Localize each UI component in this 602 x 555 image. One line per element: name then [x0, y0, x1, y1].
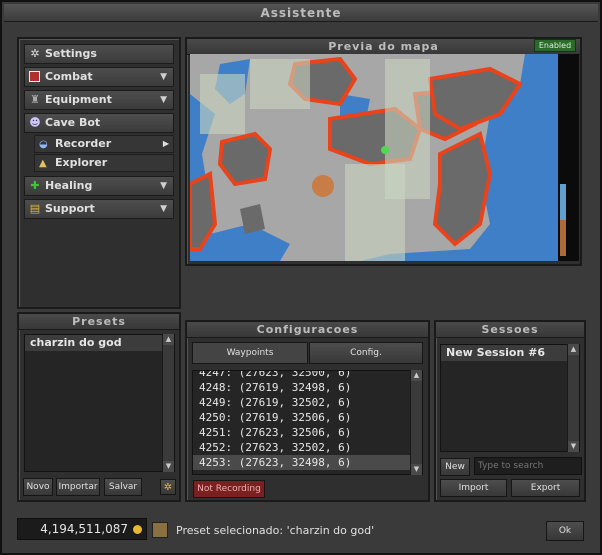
cross-icon: ✚	[30, 179, 40, 192]
map-preview-title: Previa do mapa	[187, 39, 580, 55]
presets-title: Presets	[19, 314, 179, 330]
sidebar-item-support[interactable]: ▤ Support ▼	[24, 199, 174, 219]
save-preset-button[interactable]: Salvar	[104, 478, 142, 496]
table-row[interactable]: 4249: (27619, 32502, 6)	[193, 395, 422, 410]
chevron-down-icon[interactable]: ▼	[160, 200, 167, 218]
table-row[interactable]: 4247: (27623, 32500, 6)	[193, 371, 422, 380]
table-row[interactable]: 4253: (27623, 32498, 6)	[193, 455, 422, 470]
gold-counter: 4,194,511,087	[17, 518, 147, 540]
new-session-button[interactable]: New	[440, 458, 470, 476]
table-row[interactable]: 4252: (27623, 32502, 6)	[193, 440, 422, 455]
tab-waypoints[interactable]: Waypoints	[192, 342, 308, 364]
sidebar-subitem-explorer[interactable]: ▲ Explorer	[34, 154, 174, 172]
sidebar-item-equipment[interactable]: ♜ Equipment ▼	[24, 90, 174, 110]
gear-icon: ✲	[30, 47, 40, 60]
enabled-badge[interactable]: Enabled	[534, 39, 576, 52]
import-session-button[interactable]: Import	[440, 479, 507, 497]
map-preview[interactable]	[190, 54, 579, 261]
gear-icon: ✲	[163, 482, 173, 493]
sessions-scrollbar[interactable]: ▲ ▼	[567, 344, 579, 452]
sidebar-item-settings[interactable]: ✲ Settings	[24, 44, 174, 64]
table-row[interactable]: 4248: (27619, 32498, 6)	[193, 380, 422, 395]
scroll-down-icon[interactable]: ▼	[163, 461, 174, 472]
sidebar-item-combat[interactable]: Combat ▼	[24, 67, 174, 87]
recorder-icon: ◒	[39, 139, 48, 150]
skull-icon: ☻	[29, 116, 41, 129]
chevron-down-icon[interactable]: ▼	[160, 177, 167, 195]
sidebar-item-label: Settings	[45, 47, 97, 60]
scroll-up-icon[interactable]: ▲	[163, 334, 174, 345]
record-button[interactable]: Not Recording	[193, 480, 265, 498]
sessions-title: Sessoes	[436, 322, 584, 338]
gold-amount: 4,194,511,087	[40, 522, 128, 536]
scroll-up-icon[interactable]: ▲	[411, 370, 422, 381]
sidebar-item-label: Cave Bot	[45, 116, 101, 129]
sidebar-item-cave-bot[interactable]: ☻ Cave Bot	[24, 113, 174, 133]
preset-settings-button[interactable]: ✲	[160, 479, 176, 495]
list-item[interactable]: New Session #6	[441, 345, 567, 361]
waypoints-list[interactable]: 4247: (27623, 32500, 6) 4248: (27619, 32…	[192, 370, 423, 475]
armor-icon: ♜	[30, 93, 40, 106]
sidebar-subitem-recorder[interactable]: ◒ Recorder ▶	[34, 135, 174, 153]
sidebar-item-healing[interactable]: ✚ Healing ▼	[24, 176, 174, 196]
table-row[interactable]: 4250: (27619, 32506, 6)	[193, 410, 422, 425]
scroll-up-icon[interactable]: ▲	[568, 344, 579, 355]
import-preset-button[interactable]: Importar	[56, 478, 100, 496]
export-session-button[interactable]: Export	[511, 479, 580, 497]
sidebar-item-label: Explorer	[55, 156, 108, 169]
scroll-icon: ▤	[29, 202, 41, 215]
sidebar-item-label: Combat	[45, 70, 93, 83]
session-search-input[interactable]	[474, 457, 582, 475]
table-row[interactable]: 4251: (27623, 32506, 6)	[193, 425, 422, 440]
config-title: Configuracoes	[187, 322, 428, 338]
gold-coin-icon	[133, 525, 142, 534]
sidebar-item-label: Equipment	[45, 93, 112, 106]
new-preset-button[interactable]: Novo	[23, 478, 53, 496]
ok-button[interactable]: Ok	[546, 521, 584, 541]
presets-scrollbar[interactable]: ▲ ▼	[162, 334, 174, 472]
chevron-down-icon[interactable]: ▼	[160, 68, 167, 86]
list-item[interactable]: charzin do god	[25, 335, 162, 351]
sessions-list[interactable]: New Session #6	[440, 344, 580, 452]
chevron-right-icon[interactable]: ▶	[163, 136, 169, 152]
chevron-down-icon[interactable]: ▼	[160, 91, 167, 109]
scroll-down-icon[interactable]: ▼	[411, 464, 422, 475]
sword-icon	[29, 71, 40, 82]
sidebar-item-label: Support	[45, 202, 95, 215]
preset-status-icon	[152, 522, 168, 538]
waypoints-scrollbar[interactable]: ▲ ▼	[410, 370, 422, 475]
window-title: Assistente	[4, 4, 598, 22]
explorer-icon: ▲	[39, 158, 47, 169]
preset-status-text: Preset selecionado: 'charzin do god'	[176, 524, 375, 537]
sidebar-item-label: Recorder	[55, 137, 112, 150]
tab-config[interactable]: Config.	[309, 342, 423, 364]
scroll-down-icon[interactable]: ▼	[568, 441, 579, 452]
presets-list[interactable]: charzin do god	[24, 334, 175, 472]
sidebar-item-label: Healing	[45, 179, 93, 192]
